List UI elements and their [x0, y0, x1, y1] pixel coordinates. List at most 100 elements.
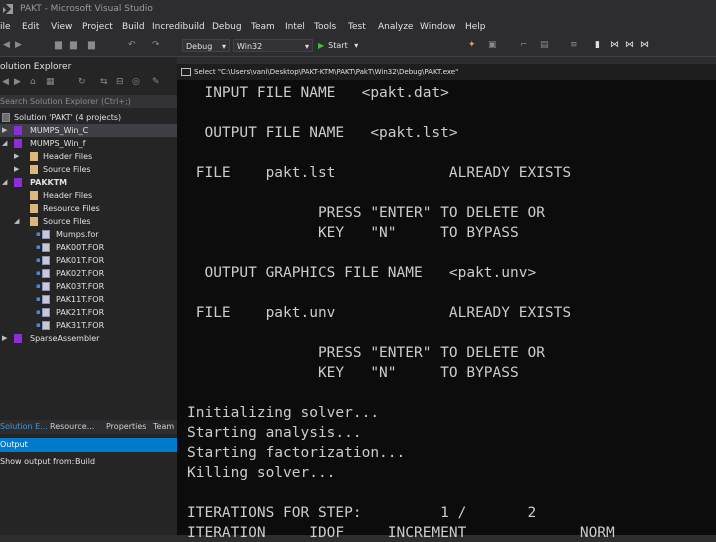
- expand-arrow-icon[interactable]: ▶: [2, 332, 7, 345]
- save-icon[interactable]: ▆: [70, 40, 77, 50]
- tree-item[interactable]: ▪ PAK01T.FOR: [0, 254, 177, 267]
- bookmark-icon[interactable]: ▮: [595, 40, 600, 50]
- collapse-arrow-icon[interactable]: ◢: [14, 215, 19, 228]
- configuration-dropdown[interactable]: Debug ▾: [182, 39, 230, 52]
- tree-item-label: PAK31T.FOR: [56, 321, 105, 330]
- console-line: FILE pakt.unv ALREADY EXISTS: [187, 305, 572, 321]
- panel-tab[interactable]: Solution E...: [0, 422, 48, 431]
- menu-item-view[interactable]: View: [51, 22, 72, 32]
- console-line: ITERATIONS FOR STEP: 1 / 2: [187, 505, 537, 521]
- open-icon[interactable]: ▆: [55, 40, 62, 50]
- build-icon[interactable]: ▣: [488, 40, 497, 50]
- file-icon: [42, 243, 50, 252]
- tree-item[interactable]: ▪ PAK11T.FOR: [0, 293, 177, 306]
- align-icon[interactable]: ⌐: [520, 40, 528, 50]
- menu-item-team[interactable]: Team: [251, 22, 275, 32]
- tree-item-label: PAKKTM: [30, 178, 68, 187]
- expand-arrow-icon[interactable]: ▶: [14, 150, 19, 163]
- menu-item-intel[interactable]: Intel: [285, 22, 305, 32]
- find-icon[interactable]: ✦: [468, 40, 476, 50]
- expand-arrow-icon[interactable]: ▶: [2, 124, 7, 137]
- menu-item-incredibuild[interactable]: Incredibuild: [152, 22, 205, 32]
- tree-item[interactable]: ◢ MUMPS_Win_f: [0, 137, 177, 150]
- file-icon: [42, 269, 50, 278]
- menu-item-edit[interactable]: Edit: [22, 22, 39, 32]
- tree-item[interactable]: Resource Files: [0, 202, 177, 215]
- expand-arrow-icon[interactable]: ▶: [14, 163, 19, 176]
- panel-tab[interactable]: Resource...: [50, 422, 94, 431]
- console-line: INPUT FILE NAME <pakt.dat>: [187, 85, 449, 101]
- properties-icon[interactable]: ✎: [152, 77, 160, 87]
- tree-item-label: MUMPS_Win_C: [30, 126, 89, 135]
- collapse-arrow-icon[interactable]: ◢: [2, 137, 7, 150]
- bookmark-next-icon[interactable]: ⋈: [625, 40, 634, 50]
- bookmark-clear-icon[interactable]: ⋈: [640, 40, 649, 50]
- tree-item[interactable]: Solution 'PAKT' (4 projects): [0, 111, 177, 124]
- tree-item[interactable]: ▪ PAK00T.FOR: [0, 241, 177, 254]
- panel-tab[interactable]: Properties: [106, 422, 146, 431]
- tree-item-label: PAK02T.FOR: [56, 269, 105, 278]
- panel-tabs: Solution E... Resource... Properties Team: [0, 420, 177, 434]
- save-all-icon[interactable]: ▆: [88, 40, 95, 50]
- home-icon[interactable]: ⌂: [30, 77, 36, 87]
- undo-icon[interactable]: ↶: [128, 40, 136, 50]
- collapse-arrow-icon[interactable]: ◢: [2, 176, 7, 189]
- back-icon[interactable]: ◀: [2, 77, 9, 87]
- menu-item-help[interactable]: Help: [465, 22, 486, 32]
- menu-item-test[interactable]: Test: [348, 22, 366, 32]
- output-source-select[interactable]: Build: [75, 455, 95, 469]
- switch-views-icon[interactable]: ▦: [46, 77, 55, 87]
- tree-item[interactable]: ▶ Header Files: [0, 150, 177, 163]
- console-icon: [181, 68, 191, 76]
- console-line: Starting analysis...: [187, 425, 362, 441]
- tree-item[interactable]: ◢ PAKKTM: [0, 176, 177, 189]
- source-control-icon: ▪: [36, 230, 41, 238]
- tree-item[interactable]: ▪ Mumps.for: [0, 228, 177, 241]
- panel-tab[interactable]: Team: [153, 422, 174, 431]
- redo-icon[interactable]: ↷: [152, 40, 160, 50]
- console-line: Killing solver...: [187, 465, 336, 481]
- refresh-icon[interactable]: ↻: [78, 77, 86, 87]
- menu-item-window[interactable]: Window: [420, 22, 456, 32]
- forward-icon[interactable]: ▶: [14, 77, 21, 87]
- menu-item-build[interactable]: Build: [122, 22, 145, 32]
- search-input[interactable]: Search Solution Explorer (Ctrl+;): [0, 95, 177, 108]
- tree-item[interactable]: ▶ MUMPS_Win_C: [0, 124, 177, 137]
- tree-item[interactable]: ▪ PAK03T.FOR: [0, 280, 177, 293]
- toolbar: ◀ ▶ ▆ ▆ ▆ ↶ ↷ Debug ▾ Win32 ▾ ▶ Start ▾ ✦…: [0, 36, 716, 57]
- tree-item[interactable]: ▪ PAK21T.FOR: [0, 306, 177, 319]
- tree-item-label: Resource Files: [43, 204, 100, 213]
- back-icon[interactable]: ◀: [3, 40, 10, 50]
- tree-item[interactable]: ▪ PAK02T.FOR: [0, 267, 177, 280]
- tree-item[interactable]: ▶ Source Files: [0, 163, 177, 176]
- menu-item-project[interactable]: Project: [82, 22, 113, 32]
- folder-icon: [30, 204, 38, 213]
- comment-icon[interactable]: ▤: [540, 40, 549, 50]
- tree-item[interactable]: ▶ SparseAssembler: [0, 332, 177, 345]
- menu-item-tools[interactable]: Tools: [314, 22, 336, 32]
- output-header: Output: [0, 438, 177, 452]
- console-line: Initializing solver...: [187, 405, 380, 421]
- indent-icon[interactable]: ≡: [570, 40, 578, 50]
- title-bar: PAKT - Microsoft Visual Studio: [0, 0, 716, 19]
- source-control-icon: ▪: [36, 256, 41, 264]
- start-button[interactable]: ▶ Start ▾: [318, 39, 358, 52]
- tree-item-label: Source Files: [43, 165, 91, 174]
- bookmark-prev-icon[interactable]: ⋈: [610, 40, 619, 50]
- tree-item[interactable]: ◢ Source Files: [0, 215, 177, 228]
- console-window[interactable]: Select "C:\Users\vani\Desktop\PAKT-KTM\P…: [177, 64, 716, 541]
- start-label: Start: [328, 41, 348, 50]
- sync-icon[interactable]: ⇆: [100, 77, 108, 87]
- platform-dropdown[interactable]: Win32 ▾: [233, 39, 313, 52]
- menu-item-ile[interactable]: ile: [0, 22, 11, 32]
- show-all-icon[interactable]: ◎: [132, 77, 140, 87]
- collapse-icon[interactable]: ⊟: [116, 77, 124, 87]
- menu-item-analyze[interactable]: Analyze: [378, 22, 413, 32]
- forward-icon[interactable]: ▶: [15, 40, 22, 50]
- tree-item[interactable]: Header Files: [0, 189, 177, 202]
- tree-item[interactable]: ▪ PAK31T.FOR: [0, 319, 177, 332]
- console-line: FILE pakt.lst ALREADY EXISTS: [187, 165, 572, 181]
- search-placeholder: Search Solution Explorer (Ctrl+;): [0, 97, 131, 106]
- menu-item-debug[interactable]: Debug: [212, 22, 242, 32]
- visual-studio-logo-icon: [3, 4, 13, 14]
